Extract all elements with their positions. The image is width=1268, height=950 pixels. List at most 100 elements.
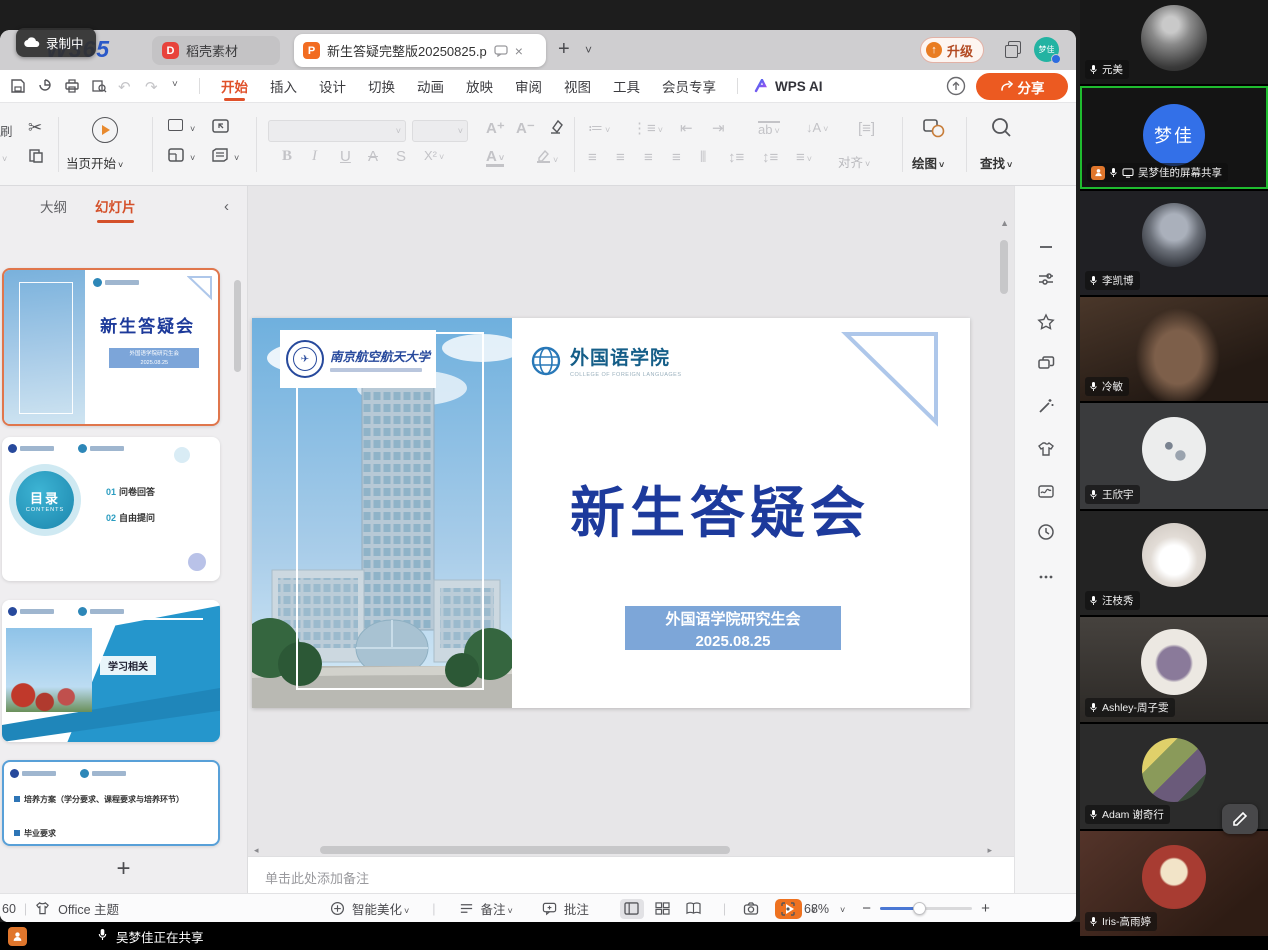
- tab-docer[interactable]: D 稻壳素材: [152, 36, 280, 65]
- slide-thumbnail-1[interactable]: 新生答疑会 外国语学院研究生会 2025.08.25: [2, 268, 220, 426]
- zoom-in-button[interactable]: +: [981, 900, 990, 917]
- slide-thumbnail-3[interactable]: 学习相关: [2, 600, 220, 742]
- tab-slides[interactable]: 幻灯片: [95, 196, 136, 216]
- play-from-current-icon[interactable]: [92, 117, 118, 143]
- menu-review[interactable]: 审阅: [504, 70, 553, 103]
- draw-button[interactable]: 绘图: [912, 153, 944, 172]
- scroll-up-icon[interactable]: ▲: [1000, 218, 1009, 228]
- office-theme-label[interactable]: Office 主题: [58, 899, 119, 918]
- cloud-upload-icon[interactable]: [946, 76, 966, 96]
- participant-tile[interactable]: 王欣宇: [1080, 403, 1268, 509]
- participant-tile[interactable]: 李凯博: [1080, 191, 1268, 295]
- scroll-right-icon[interactable]: ▸: [987, 845, 992, 856]
- screen-share-icon: [1122, 168, 1134, 178]
- upgrade-button[interactable]: ↑ 升级: [920, 37, 984, 63]
- annotation-pen-button[interactable]: [1222, 804, 1258, 834]
- smart-effects-icon[interactable]: [1037, 397, 1055, 415]
- find-button[interactable]: 查找: [980, 153, 1012, 172]
- participant-tile-sharing[interactable]: 梦佳 吴梦佳的屏幕共享: [1080, 86, 1268, 189]
- menu-design[interactable]: 设计: [308, 70, 357, 103]
- start-current-page-button[interactable]: 当页开始: [66, 153, 123, 172]
- scroll-left-icon[interactable]: ◂: [254, 845, 259, 856]
- selection-pane-icon[interactable]: [1037, 355, 1055, 373]
- menu-wps-ai[interactable]: WPS AI: [748, 79, 823, 94]
- participant-tile-video[interactable]: 冷敏: [1080, 297, 1268, 401]
- more-tools-icon[interactable]: [1037, 568, 1055, 586]
- zoom-caret-icon[interactable]: [838, 902, 845, 916]
- menu-home[interactable]: 开始: [210, 70, 259, 103]
- slide-thumbnail-4[interactable]: 培养方案（学分要求、课程要求与培养环节） 毕业要求: [2, 760, 220, 846]
- comments-button[interactable]: 批注: [564, 899, 589, 918]
- zoom-out-button[interactable]: −: [862, 900, 871, 917]
- justify-icon: ≡: [672, 150, 681, 165]
- zoom-slider[interactable]: [880, 907, 972, 910]
- menu-tools[interactable]: 工具: [602, 70, 651, 103]
- signature-icon[interactable]: [1037, 482, 1055, 500]
- reset-slide-icon[interactable]: [212, 119, 229, 136]
- collapse-pane-icon[interactable]: [1037, 238, 1055, 256]
- beautify-button[interactable]: 智能美化: [352, 899, 409, 918]
- user-avatar[interactable]: 梦佳: [1034, 37, 1059, 62]
- save-icon[interactable]: [10, 78, 27, 95]
- quickbar-caret-icon[interactable]: ˅: [172, 79, 189, 96]
- window-restore-icon[interactable]: [1005, 41, 1021, 57]
- font-size-combo: [412, 120, 468, 142]
- panel-scrollbar[interactable]: [234, 280, 241, 372]
- section-icon[interactable]: [212, 148, 228, 165]
- output-icon[interactable]: [37, 78, 54, 95]
- section-caret-icon[interactable]: [232, 150, 239, 164]
- paste-caret-icon[interactable]: [0, 151, 7, 165]
- collapse-panel-icon[interactable]: ‹: [224, 198, 229, 215]
- zoom-level[interactable]: 68%: [804, 902, 829, 916]
- menu-view[interactable]: 视图: [553, 70, 602, 103]
- triangle-shape: [840, 328, 944, 432]
- find-icon[interactable]: [990, 116, 1013, 142]
- normal-view-button[interactable]: [620, 899, 644, 919]
- tab-document-active[interactable]: P 新生答疑完整版20250825.p ×: [294, 34, 546, 67]
- menu-member[interactable]: 会员专享: [651, 70, 727, 103]
- slide-canvas[interactable]: ✈ 南京航空航天大学 外国语学院 CO: [248, 186, 1014, 856]
- tab-outline[interactable]: 大纲: [40, 196, 67, 216]
- horizontal-scrollbar[interactable]: [320, 846, 730, 854]
- notes-area[interactable]: 单击此处添加备注: [248, 856, 1014, 893]
- participant-tile[interactable]: Ashley-周子雯: [1080, 617, 1268, 722]
- participant-tile[interactable]: 元美: [1080, 0, 1268, 84]
- add-slide-button[interactable]: +: [116, 855, 130, 882]
- clear-format-icon[interactable]: [548, 119, 564, 138]
- favorites-icon[interactable]: [1037, 313, 1055, 331]
- theme-skin-icon[interactable]: [1037, 440, 1055, 458]
- draw-shapes-icon[interactable]: [922, 117, 946, 142]
- history-icon[interactable]: [1037, 523, 1055, 541]
- comment-bubble-icon[interactable]: [494, 45, 508, 57]
- fit-slide-icon[interactable]: [780, 901, 795, 916]
- object-properties-icon[interactable]: [1037, 270, 1055, 288]
- menu-transition[interactable]: 切换: [357, 70, 406, 103]
- new-tab-button[interactable]: +: [558, 38, 570, 61]
- slide-layout-icon[interactable]: [168, 148, 184, 165]
- participant-name-badge: Ashley-周子雯: [1085, 698, 1175, 717]
- tab-list-caret-icon[interactable]: ˅: [585, 43, 592, 57]
- cut-icon[interactable]: ✂: [28, 119, 42, 136]
- participant-tile[interactable]: Iris-高雨婷: [1080, 831, 1268, 936]
- menu-insert[interactable]: 插入: [259, 70, 308, 103]
- reading-view-button[interactable]: [682, 899, 706, 919]
- vertical-scrollbar[interactable]: [1000, 240, 1008, 294]
- menu-animation[interactable]: 动画: [406, 70, 455, 103]
- share-button[interactable]: 分享: [976, 73, 1068, 100]
- print-preview-icon[interactable]: [91, 78, 108, 95]
- menu-slideshow[interactable]: 放映: [455, 70, 504, 103]
- close-tab-icon[interactable]: ×: [515, 44, 523, 58]
- participant-tile[interactable]: 汪枝秀: [1080, 511, 1268, 615]
- phone-remote-icon[interactable]: [743, 901, 758, 916]
- notes-button[interactable]: 备注: [481, 899, 513, 918]
- format-painter-button[interactable]: 刷: [0, 121, 13, 140]
- slide-thumbnail-2[interactable]: 目录 CONTENTS 01问卷回答 02自由提问: [2, 437, 220, 581]
- zoom-slider-knob[interactable]: [913, 902, 926, 915]
- copy-icon[interactable]: [28, 148, 44, 167]
- new-slide-caret-icon[interactable]: [188, 121, 195, 135]
- layout-caret-icon[interactable]: [188, 150, 195, 164]
- slide-page[interactable]: ✈ 南京航空航天大学 外国语学院 CO: [252, 318, 970, 708]
- slide-sorter-view-button[interactable]: [651, 899, 675, 919]
- print-icon[interactable]: [64, 78, 81, 95]
- new-slide-icon[interactable]: [168, 119, 183, 134]
